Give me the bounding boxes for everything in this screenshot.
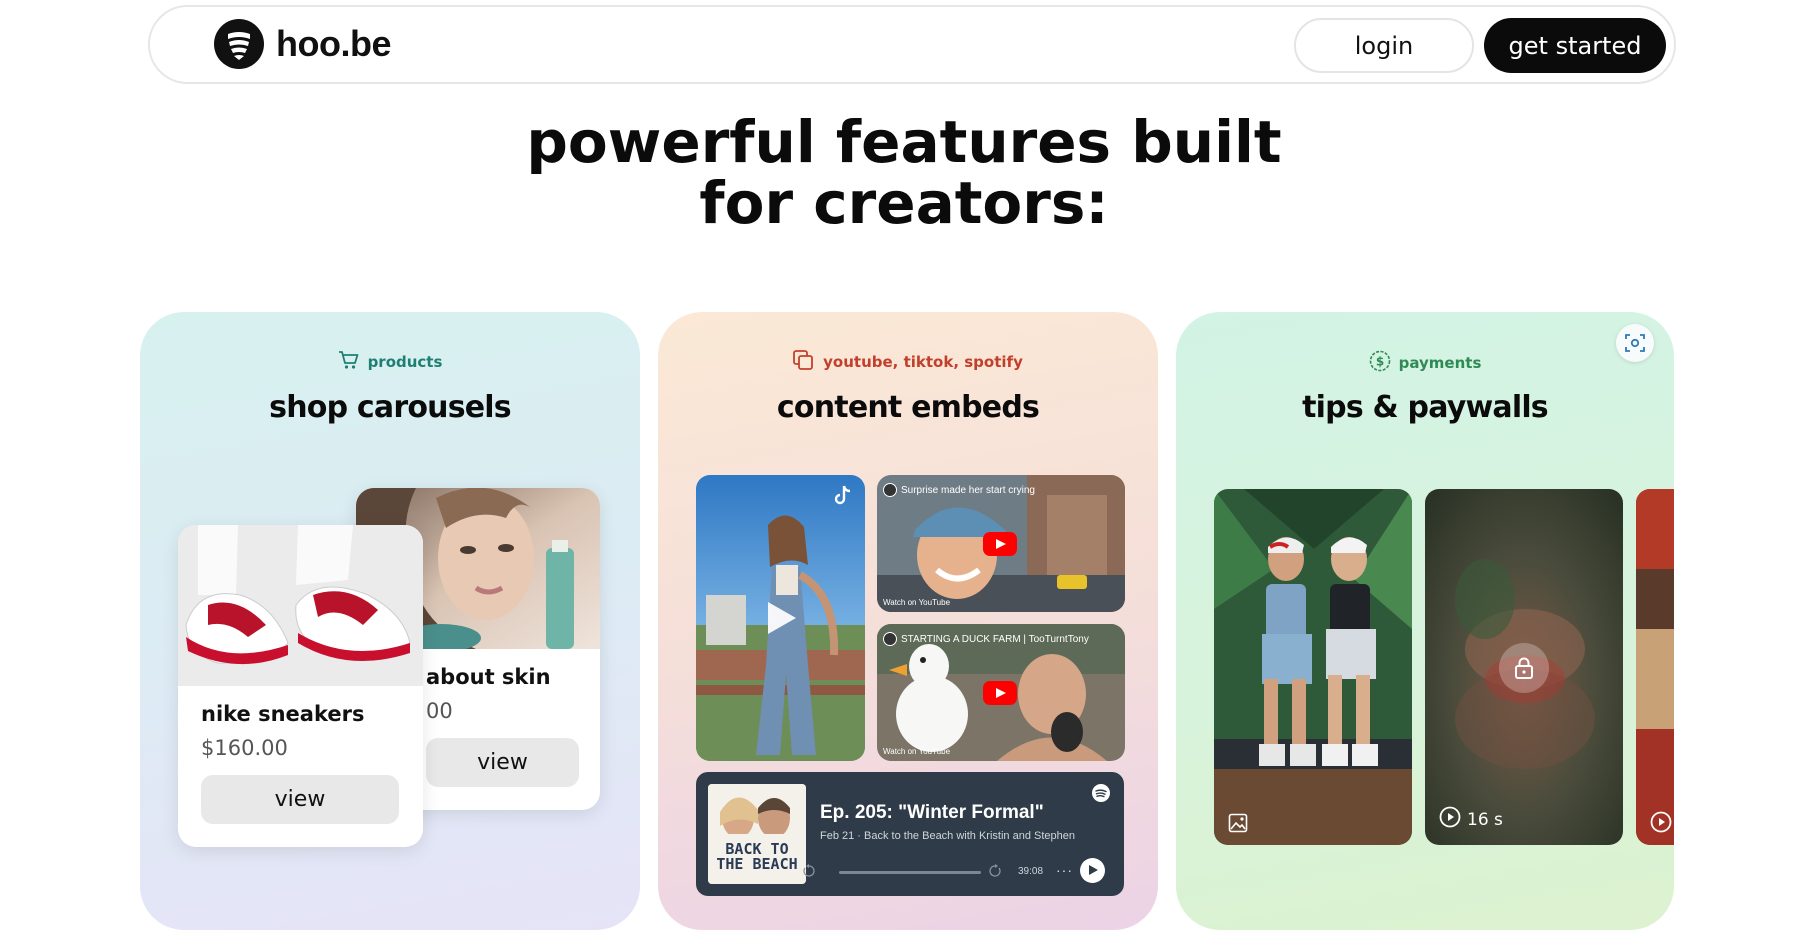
video-title: STARTING A DUCK FARM | TooTurntTony	[901, 633, 1089, 645]
video-duration: 16 s	[1439, 806, 1503, 833]
page-title-line-2: for creators:	[699, 169, 1109, 237]
tiktok-icon	[833, 485, 853, 512]
product-name: nike sneakers	[201, 702, 365, 726]
eyebrow-payments: $ payments	[1176, 350, 1674, 376]
channel-avatar	[883, 632, 897, 646]
youtube-embed-2[interactable]: STARTING A DUCK FARM | TooTurntTony Watc…	[877, 624, 1125, 761]
cover-text: THE BEACH	[716, 855, 798, 873]
spotify-play-button[interactable]	[1080, 858, 1105, 883]
product-name: about skin	[426, 665, 551, 689]
progress-bar[interactable]	[839, 871, 981, 874]
eyebrow-label: products	[367, 353, 443, 371]
feature-card-tips-paywalls: $ payments tips & paywalls 16 s	[1176, 312, 1674, 930]
eyebrow-products: products	[140, 350, 640, 374]
dollar-icon: $	[1369, 350, 1391, 376]
paywall-photo-tile[interactable]	[1214, 489, 1412, 845]
video-length: 16 s	[1467, 809, 1503, 830]
card-title: shop carousels	[269, 390, 511, 425]
more-icon[interactable]: ···	[1056, 862, 1073, 878]
product-price: 00	[426, 699, 453, 723]
embeds-icon	[793, 350, 815, 374]
video-icon	[1439, 806, 1461, 833]
view-button[interactable]: view	[426, 738, 579, 787]
logo[interactable]: hoo.be	[214, 19, 391, 69]
rewind-icon[interactable]	[802, 864, 816, 883]
view-button[interactable]: view	[201, 775, 399, 824]
video-title: Surprise made her start crying	[901, 484, 1035, 496]
navbar: hoo.be login get started	[148, 5, 1676, 84]
page-title: powerful features built for creators:	[0, 112, 1808, 234]
video-caption: STARTING A DUCK FARM | TooTurntTony	[883, 632, 1089, 646]
logo-icon	[214, 19, 264, 69]
forward-icon[interactable]	[988, 864, 1002, 883]
logo-text: hoo.be	[276, 23, 391, 64]
tiktok-embed[interactable]	[696, 475, 865, 761]
svg-text:$: $	[1375, 355, 1383, 369]
podcast-cover: BACK TO THE BEACH	[708, 784, 806, 884]
product-card-nike-sneakers[interactable]: nike sneakers $160.00 view	[178, 525, 423, 847]
paywall-locked-video-tile[interactable]: 16 s	[1425, 489, 1623, 845]
product-image-sneakers	[178, 525, 423, 686]
eyebrow-label: payments	[1398, 354, 1482, 372]
play-icon[interactable]	[764, 600, 798, 641]
watch-on-youtube[interactable]: Watch on YouTube	[883, 598, 950, 607]
lock-icon[interactable]	[1499, 643, 1549, 693]
get-started-button[interactable]: get started	[1484, 18, 1666, 73]
youtube-play-icon[interactable]	[983, 681, 1017, 705]
image-icon	[1228, 813, 1248, 833]
video-caption: Surprise made her start crying	[883, 483, 1035, 497]
page-title-line-1: powerful features built	[526, 108, 1282, 176]
spotify-embed[interactable]: BACK TO THE BEACH Ep. 205: "Winter Forma…	[696, 772, 1124, 896]
channel-avatar	[883, 483, 897, 497]
card-title: content embeds	[776, 390, 1040, 425]
episode-duration: 39:08	[1018, 866, 1044, 877]
feature-card-content-embeds: youtube, tiktok, spotify content embeds	[658, 312, 1158, 930]
eyebrow-label: youtube, tiktok, spotify	[823, 353, 1023, 371]
cart-icon	[338, 350, 360, 374]
video-icon	[1650, 811, 1672, 833]
youtube-play-icon[interactable]	[983, 532, 1017, 556]
eyebrow-embeds: youtube, tiktok, spotify	[658, 350, 1158, 374]
login-button[interactable]: login	[1294, 18, 1474, 73]
watch-on-youtube[interactable]: Watch on YouTube	[883, 747, 950, 756]
product-price: $160.00	[201, 736, 288, 760]
card-title: tips & paywalls	[1302, 390, 1549, 425]
episode-title: Ep. 205: "Winter Formal"	[820, 802, 1044, 823]
youtube-embed-1[interactable]: Surprise made her start crying Watch on …	[877, 475, 1125, 612]
paywall-video-tile-partial[interactable]	[1636, 489, 1674, 845]
episode-meta: Feb 21 · Back to the Beach with Kristin …	[820, 830, 1075, 842]
spotify-icon[interactable]	[1092, 784, 1110, 807]
feature-card-shop-carousels: products shop carousels about skin 00 vi…	[140, 312, 640, 930]
